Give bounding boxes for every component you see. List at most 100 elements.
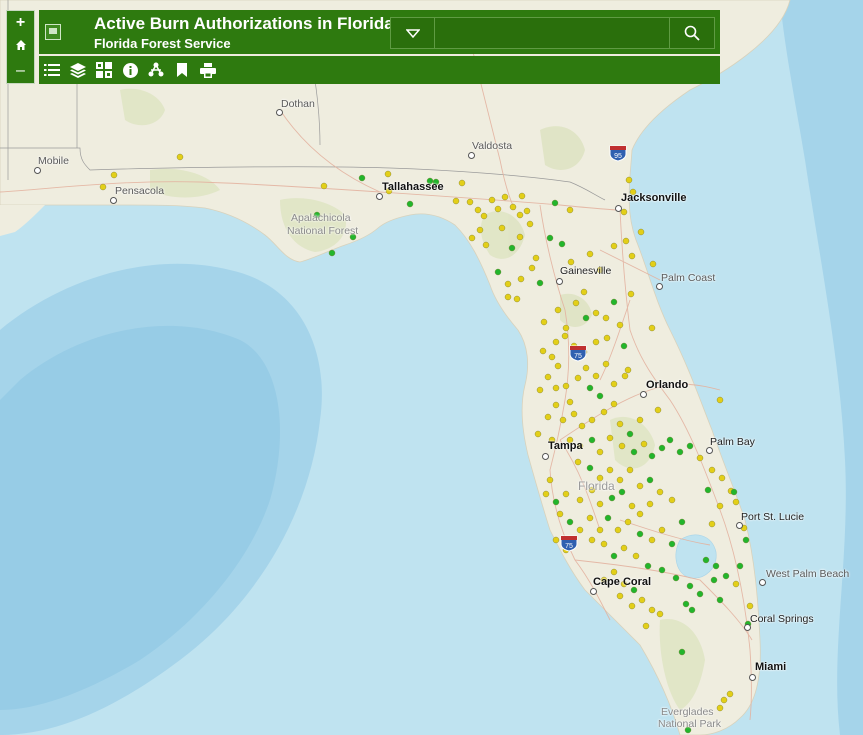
burn-marker-green[interactable] bbox=[494, 268, 502, 276]
burn-marker-yellow[interactable] bbox=[616, 476, 624, 484]
burn-marker-green[interactable] bbox=[666, 436, 674, 444]
burn-marker-yellow[interactable] bbox=[588, 536, 596, 544]
burn-marker-yellow[interactable] bbox=[628, 502, 636, 510]
burn-marker-yellow[interactable] bbox=[621, 372, 629, 380]
burn-marker-yellow[interactable] bbox=[580, 288, 588, 296]
burn-marker-yellow[interactable] bbox=[716, 704, 724, 712]
burn-marker-yellow[interactable] bbox=[572, 299, 580, 307]
burn-marker-yellow[interactable] bbox=[574, 458, 582, 466]
burn-marker-yellow[interactable] bbox=[526, 220, 534, 228]
burn-marker-yellow[interactable] bbox=[606, 434, 614, 442]
burn-marker-yellow[interactable] bbox=[632, 552, 640, 560]
basemap-gallery-button[interactable] bbox=[95, 61, 113, 79]
burn-marker-yellow[interactable] bbox=[732, 580, 740, 588]
burn-marker-yellow[interactable] bbox=[516, 233, 524, 241]
burn-marker-green[interactable] bbox=[646, 476, 654, 484]
burn-marker-yellow[interactable] bbox=[696, 454, 704, 462]
burn-marker-yellow[interactable] bbox=[627, 290, 635, 298]
burn-marker-yellow[interactable] bbox=[649, 260, 657, 268]
burn-marker-yellow[interactable] bbox=[536, 386, 544, 394]
burn-marker-yellow[interactable] bbox=[528, 264, 536, 272]
burn-marker-green[interactable] bbox=[678, 648, 686, 656]
bookmarks-button[interactable] bbox=[173, 61, 191, 79]
burn-marker-yellow[interactable] bbox=[622, 237, 630, 245]
burn-marker-yellow[interactable] bbox=[708, 466, 716, 474]
burn-marker-yellow[interactable] bbox=[482, 241, 490, 249]
burn-marker-green[interactable] bbox=[686, 442, 694, 450]
burn-marker-yellow[interactable] bbox=[610, 400, 618, 408]
burn-marker-yellow[interactable] bbox=[602, 360, 610, 368]
burn-marker-green[interactable] bbox=[730, 488, 738, 496]
burn-marker-yellow[interactable] bbox=[320, 182, 328, 190]
burn-marker-green[interactable] bbox=[610, 552, 618, 560]
burn-marker-yellow[interactable] bbox=[648, 606, 656, 614]
burn-marker-green[interactable] bbox=[678, 518, 686, 526]
burn-marker-yellow[interactable] bbox=[474, 206, 482, 214]
burn-marker-yellow[interactable] bbox=[384, 170, 392, 178]
search-input[interactable] bbox=[435, 18, 665, 48]
burn-marker-green[interactable] bbox=[610, 298, 618, 306]
search-source-dropdown[interactable] bbox=[391, 18, 435, 48]
burn-marker-yellow[interactable] bbox=[576, 496, 584, 504]
burn-marker-green[interactable] bbox=[618, 488, 626, 496]
burn-marker-green[interactable] bbox=[546, 234, 554, 242]
burn-marker-yellow[interactable] bbox=[708, 520, 716, 528]
burn-marker-green[interactable] bbox=[682, 600, 690, 608]
zoom-in-button[interactable]: + bbox=[7, 15, 34, 31]
burn-marker-green[interactable] bbox=[596, 392, 604, 400]
burn-marker-green[interactable] bbox=[558, 240, 566, 248]
burn-marker-yellow[interactable] bbox=[614, 526, 622, 534]
burn-marker-green[interactable] bbox=[686, 582, 694, 590]
burn-marker-yellow[interactable] bbox=[746, 602, 754, 610]
burn-marker-yellow[interactable] bbox=[648, 324, 656, 332]
legend-button[interactable] bbox=[43, 61, 61, 79]
burn-marker-green[interactable] bbox=[644, 562, 652, 570]
burn-marker-green[interactable] bbox=[658, 566, 666, 574]
burn-marker-yellow[interactable] bbox=[616, 420, 624, 428]
burn-marker-yellow[interactable] bbox=[562, 490, 570, 498]
burn-marker-yellow[interactable] bbox=[504, 293, 512, 301]
burn-marker-yellow[interactable] bbox=[517, 275, 525, 283]
burn-marker-yellow[interactable] bbox=[110, 171, 118, 179]
burn-marker-green[interactable] bbox=[658, 444, 666, 452]
burn-marker-green[interactable] bbox=[586, 384, 594, 392]
search-button[interactable] bbox=[669, 18, 714, 48]
burn-marker-yellow[interactable] bbox=[636, 416, 644, 424]
burn-marker-yellow[interactable] bbox=[99, 183, 107, 191]
burn-marker-green[interactable] bbox=[676, 448, 684, 456]
burn-marker-green[interactable] bbox=[586, 464, 594, 472]
share-button[interactable] bbox=[147, 61, 165, 79]
burn-marker-green[interactable] bbox=[406, 200, 414, 208]
burn-marker-yellow[interactable] bbox=[566, 206, 574, 214]
burn-marker-green[interactable] bbox=[626, 430, 634, 438]
burn-marker-green[interactable] bbox=[668, 540, 676, 548]
burn-marker-yellow[interactable] bbox=[616, 321, 624, 329]
burn-marker-yellow[interactable] bbox=[562, 324, 570, 332]
burn-marker-yellow[interactable] bbox=[570, 410, 578, 418]
burn-marker-yellow[interactable] bbox=[540, 318, 548, 326]
burn-marker-green[interactable] bbox=[358, 174, 366, 182]
burn-marker-yellow[interactable] bbox=[718, 474, 726, 482]
burn-marker-yellow[interactable] bbox=[620, 208, 628, 216]
burn-marker-yellow[interactable] bbox=[582, 364, 590, 372]
burn-marker-yellow[interactable] bbox=[640, 440, 648, 448]
burn-marker-yellow[interactable] bbox=[610, 380, 618, 388]
burn-marker-green[interactable] bbox=[630, 448, 638, 456]
burn-marker-yellow[interactable] bbox=[600, 408, 608, 416]
burn-marker-green[interactable] bbox=[552, 498, 560, 506]
burn-marker-yellow[interactable] bbox=[466, 198, 474, 206]
burn-marker-yellow[interactable] bbox=[539, 347, 547, 355]
burn-marker-yellow[interactable] bbox=[656, 610, 664, 618]
burn-marker-yellow[interactable] bbox=[618, 442, 626, 450]
layers-button[interactable] bbox=[69, 61, 87, 79]
burn-marker-yellow[interactable] bbox=[544, 373, 552, 381]
burn-marker-yellow[interactable] bbox=[654, 406, 662, 414]
burn-marker-green[interactable] bbox=[566, 518, 574, 526]
burn-marker-yellow[interactable] bbox=[596, 500, 604, 508]
burn-marker-green[interactable] bbox=[722, 572, 730, 580]
burn-marker-green[interactable] bbox=[736, 562, 744, 570]
burn-marker-green[interactable] bbox=[696, 590, 704, 598]
burn-marker-yellow[interactable] bbox=[656, 488, 664, 496]
burn-marker-yellow[interactable] bbox=[561, 332, 569, 340]
burn-marker-yellow[interactable] bbox=[552, 384, 560, 392]
